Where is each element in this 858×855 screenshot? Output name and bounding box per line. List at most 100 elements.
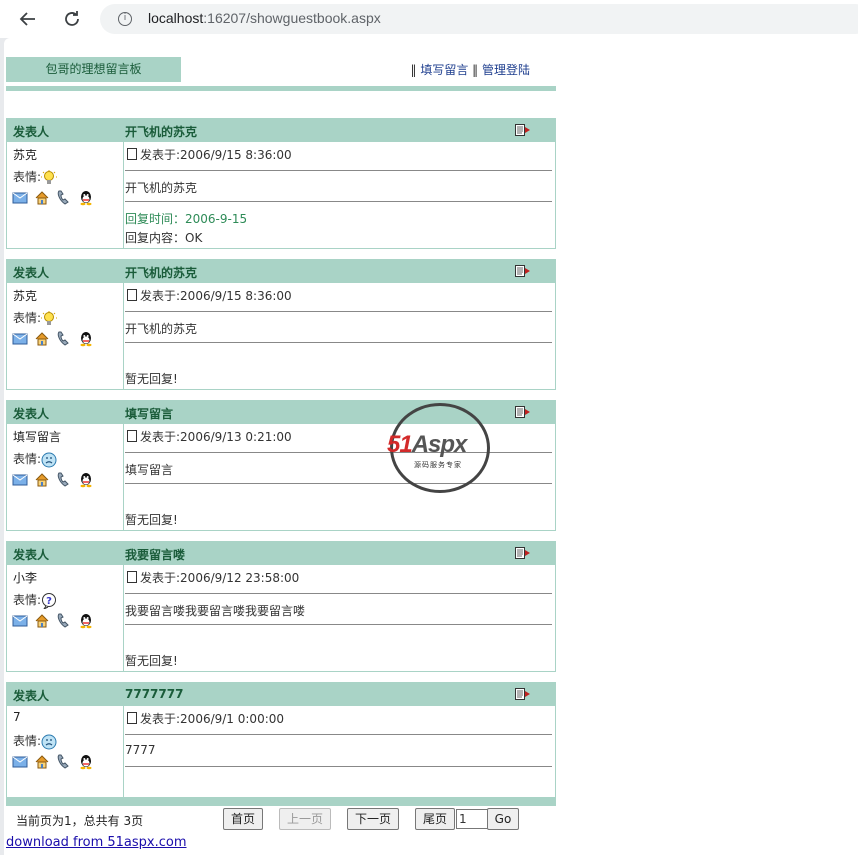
watermark-tagline: 源码服务专家 xyxy=(414,461,462,469)
posted-value: 2006/9/13 0:21:00 xyxy=(180,430,292,444)
posted-time: 发表于:2006/9/15 8:36:00 xyxy=(127,146,292,163)
document-icon xyxy=(127,712,137,724)
message-body: 小李 表情:? 发表于:2006/9/12 23:58:00 我要留言喽我要留言… xyxy=(7,565,555,672)
mood-label: 表情: xyxy=(13,734,42,748)
divider xyxy=(125,170,552,171)
message-title: 我要留言喽 xyxy=(125,548,186,562)
mood-label: 表情: xyxy=(13,593,42,607)
homepage-icon[interactable] xyxy=(34,472,50,488)
guestbook-title-tab: 包哥的理想留言板 xyxy=(6,57,181,82)
author-panel: 苏克 表情: xyxy=(7,142,124,249)
message-header: 发表人 开飞机的苏克 xyxy=(7,118,555,142)
reply-edit-icon[interactable] xyxy=(515,547,531,559)
message-text: 填写留言 xyxy=(125,463,174,477)
homepage-icon[interactable] xyxy=(34,613,50,629)
email-icon[interactable] xyxy=(12,754,28,770)
mood-label: 表情: xyxy=(13,170,42,184)
phone-icon[interactable] xyxy=(56,754,72,770)
back-button[interactable] xyxy=(16,7,40,31)
prev-page-button[interactable]: 上一页 xyxy=(279,808,331,830)
page-viewport: 包哥的理想留言板 ‖ 填写留言 ‖ 管理登陆 发表人 开飞机的苏克 苏克 表情: xyxy=(4,38,858,855)
reply-time-value: 2006-9-15 xyxy=(185,212,248,226)
guestbook-header: 包哥的理想留言板 ‖ 填写留言 ‖ 管理登陆 xyxy=(6,57,556,91)
posted-time: 发表于:2006/9/1 0:00:00 xyxy=(127,710,284,727)
divider xyxy=(125,342,552,343)
author-column-label: 发表人 xyxy=(13,689,50,703)
reply-time-label: 回复时间： xyxy=(125,212,186,226)
lightbulb-icon xyxy=(41,310,58,325)
author-icons xyxy=(12,754,94,770)
url-text[interactable]: localhost:16207/showguestbook.aspx xyxy=(148,10,381,26)
message-body: 苏克 表情: 发表于:2006/9/15 8:36:00 开飞机的苏克 暂无回复… xyxy=(7,283,555,390)
write-message-link[interactable]: 填写留言 xyxy=(420,63,468,77)
message-entry: 发表人 开飞机的苏克 苏克 表情: 发表于:2006/9/15 8:36:00 … xyxy=(6,259,556,390)
pager-status: 当前页为1，总共有 3页 xyxy=(16,814,144,828)
posted-label: 发表于: xyxy=(140,430,181,444)
posted-label: 发表于: xyxy=(140,148,181,162)
admin-login-link[interactable]: 管理登陆 xyxy=(482,63,530,77)
download-link[interactable]: download from 51aspx.com xyxy=(6,835,187,850)
phone-icon[interactable] xyxy=(56,331,72,347)
qq-icon[interactable] xyxy=(78,754,94,770)
document-icon xyxy=(127,571,137,583)
homepage-icon[interactable] xyxy=(34,190,50,206)
last-page-button[interactable]: 尾页 xyxy=(415,808,455,830)
mood: 表情: xyxy=(13,309,58,327)
email-icon[interactable] xyxy=(12,613,28,629)
homepage-icon[interactable] xyxy=(34,754,50,770)
author-name: 7 xyxy=(13,710,21,724)
posted-label: 发表于: xyxy=(140,712,181,726)
no-reply-text: 暂无回复! xyxy=(125,372,178,386)
phone-icon[interactable] xyxy=(56,472,72,488)
qq-icon[interactable] xyxy=(78,331,94,347)
reply-edit-icon[interactable] xyxy=(515,265,531,277)
header-links: ‖ 填写留言 ‖ 管理登陆 xyxy=(410,61,530,78)
posted-value: 2006/9/12 23:58:00 xyxy=(180,571,300,585)
qq-icon[interactable] xyxy=(78,190,94,206)
qq-icon[interactable] xyxy=(78,472,94,488)
qq-icon[interactable] xyxy=(78,613,94,629)
page-number-input[interactable]: 1 xyxy=(456,809,488,829)
author-name: 小李 xyxy=(13,571,38,585)
document-icon xyxy=(127,289,137,301)
author-column-label: 发表人 xyxy=(13,266,50,280)
mood: 表情: xyxy=(13,732,57,750)
message-entry: 发表人 开飞机的苏克 苏克 表情: 发表于:2006/9/15 8:36:00 … xyxy=(6,118,556,249)
author-column-label: 发表人 xyxy=(13,407,50,421)
mood: 表情: xyxy=(13,168,58,186)
first-page-button[interactable]: 首页 xyxy=(223,808,263,830)
posted-label: 发表于: xyxy=(140,289,181,303)
phone-icon[interactable] xyxy=(56,190,72,206)
reload-button[interactable] xyxy=(60,7,84,31)
email-icon[interactable] xyxy=(12,331,28,347)
reply-edit-icon[interactable] xyxy=(515,406,531,418)
author-icons xyxy=(12,613,94,629)
email-icon[interactable] xyxy=(12,472,28,488)
question-icon: ? xyxy=(42,592,57,609)
svg-text:?: ? xyxy=(46,596,52,607)
author-name: 苏克 xyxy=(13,148,38,162)
reply-edit-icon[interactable] xyxy=(515,688,531,700)
separator: ‖ xyxy=(472,63,479,77)
author-name: 填写留言 xyxy=(13,430,62,444)
posted-label: 发表于: xyxy=(140,571,181,585)
message-header: 发表人 7777777 xyxy=(7,682,555,706)
email-icon[interactable] xyxy=(12,190,28,206)
author-panel: 苏克 表情: xyxy=(7,283,124,390)
document-icon xyxy=(127,430,137,442)
divider xyxy=(125,593,552,594)
reply-edit-icon[interactable] xyxy=(515,124,531,136)
reply-content-label: 回复内容： xyxy=(125,231,186,245)
homepage-icon[interactable] xyxy=(34,331,50,347)
next-page-button[interactable]: 下一页 xyxy=(347,808,399,830)
author-panel: 小李 表情:? xyxy=(7,565,124,672)
go-button[interactable]: Go xyxy=(487,808,519,830)
phone-icon[interactable] xyxy=(56,613,72,629)
posted-time: 发表于:2006/9/12 23:58:00 xyxy=(127,569,299,586)
message-title: 开飞机的苏克 xyxy=(125,125,198,139)
sad-face-icon xyxy=(41,734,57,749)
document-icon xyxy=(127,148,137,160)
mood: 表情:? xyxy=(13,591,57,609)
info-icon[interactable]: i xyxy=(118,12,132,26)
message-body: 7 表情: 发表于:2006/9/1 0:00:00 7777 xyxy=(7,706,555,798)
